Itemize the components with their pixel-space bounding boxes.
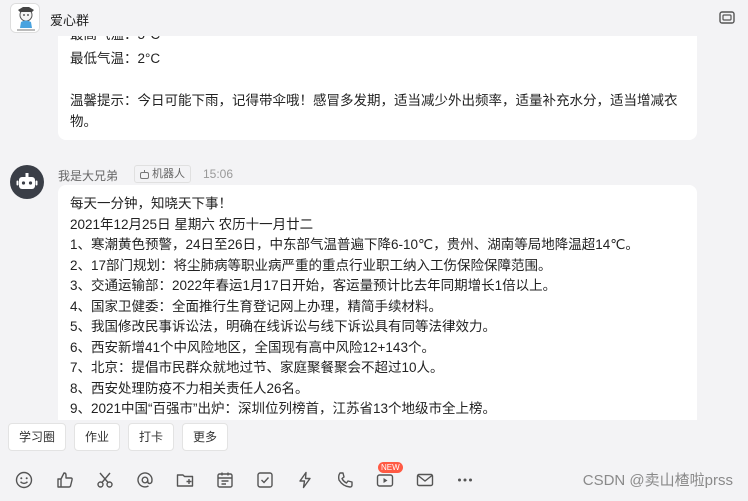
message-bubble-news: 每天一分钟，知晓天下事！ 2021年12月25日 星期六 农历十一月廿二 1、寒… bbox=[58, 185, 697, 420]
group-name[interactable]: 爱心群 bbox=[50, 10, 89, 29]
robot-tag-icon bbox=[140, 169, 149, 179]
news-line: 5、我国修改民事诉讼法，明确在线诉讼与线下诉讼具有同等法律效力。 bbox=[70, 319, 497, 334]
checkbox-icon[interactable] bbox=[255, 470, 275, 490]
news-line: 2021年12月25日 星期六 农历十一月廿二 bbox=[70, 216, 314, 232]
group-avatar-icon bbox=[11, 4, 39, 32]
news-line: 每天一分钟，知晓天下事！ bbox=[70, 196, 232, 211]
more-button[interactable]: 更多 bbox=[182, 423, 229, 451]
chat-header: 爱心群 bbox=[0, 0, 748, 36]
bot-tag: 机器人 bbox=[134, 165, 191, 183]
news-line: 8、西安处理防疫不力相关责任人26名。 bbox=[70, 380, 309, 396]
tip-text: 温馨提示：今日可能下雨，记得带伞哦！感冒多发期，适当减少外出频率，适量补充水分，… bbox=[70, 93, 678, 129]
news-line: 2、17部门规划：将尘肺病等职业病严重的重点行业职工纳入工伤保险保障范围。 bbox=[70, 257, 552, 273]
homework-button[interactable]: 作业 bbox=[74, 423, 121, 451]
bot-avatar[interactable] bbox=[10, 165, 44, 199]
chat-area: 最高气温：5°C 最低气温：2°C 温馨提示：今日可能下雨，记得带伞哦！感冒多发… bbox=[0, 0, 748, 420]
thumbs-up-icon[interactable] bbox=[55, 470, 75, 490]
emoji-icon[interactable] bbox=[14, 470, 34, 490]
video-icon[interactable] bbox=[375, 470, 395, 490]
group-avatar[interactable] bbox=[10, 3, 40, 33]
check-in-button[interactable]: 打卡 bbox=[128, 423, 175, 451]
more-icon[interactable] bbox=[455, 470, 475, 490]
news-line: 3、交通运输部：2022年春运1月17日开始，客运量预计比去年同期增长1倍以上。 bbox=[70, 278, 557, 293]
quick-action-bar: 学习圈 作业 打卡 更多 bbox=[0, 420, 748, 456]
bot-tag-label: 机器人 bbox=[152, 168, 185, 180]
lightning-icon[interactable] bbox=[295, 470, 315, 490]
watermark: CSDN @卖山楂啦prss bbox=[582, 472, 733, 489]
message-time: 15:06 bbox=[203, 167, 234, 181]
min-temp-text: 最低气温：2°C bbox=[70, 51, 161, 66]
scissors-icon[interactable] bbox=[95, 470, 115, 490]
news-line: 7、北京：提倡市民群众就地过节、家庭聚餐聚会不超过10人。 bbox=[70, 360, 444, 375]
folder-add-icon[interactable] bbox=[175, 470, 195, 490]
mail-icon[interactable] bbox=[415, 470, 435, 490]
robot-icon bbox=[16, 173, 38, 189]
sender-name[interactable]: 我是大兄弟 bbox=[58, 167, 118, 184]
news-line: 6、西安新增41个中风险地区，全国现有高中风险12+143个。 bbox=[70, 339, 435, 355]
phone-icon[interactable] bbox=[335, 470, 355, 490]
screen-share-icon[interactable] bbox=[718, 9, 736, 27]
news-line: 1、寒潮黄色预警，24日至26日，中东部气温普遍下降6-10℃，贵州、湖南等局地… bbox=[70, 237, 639, 252]
study-circle-button[interactable]: 学习圈 bbox=[8, 423, 67, 451]
calendar-icon[interactable] bbox=[215, 470, 235, 490]
new-badge: NEW bbox=[378, 462, 403, 473]
at-icon[interactable] bbox=[135, 470, 155, 490]
news-line: 9、2021中国“百强市”出炉：深圳位列榜首，江苏省13个地级市全上榜。 bbox=[70, 401, 497, 416]
news-line: 4、国家卫健委：全面推行生育登记网上办理，精简手续材料。 bbox=[70, 298, 443, 314]
